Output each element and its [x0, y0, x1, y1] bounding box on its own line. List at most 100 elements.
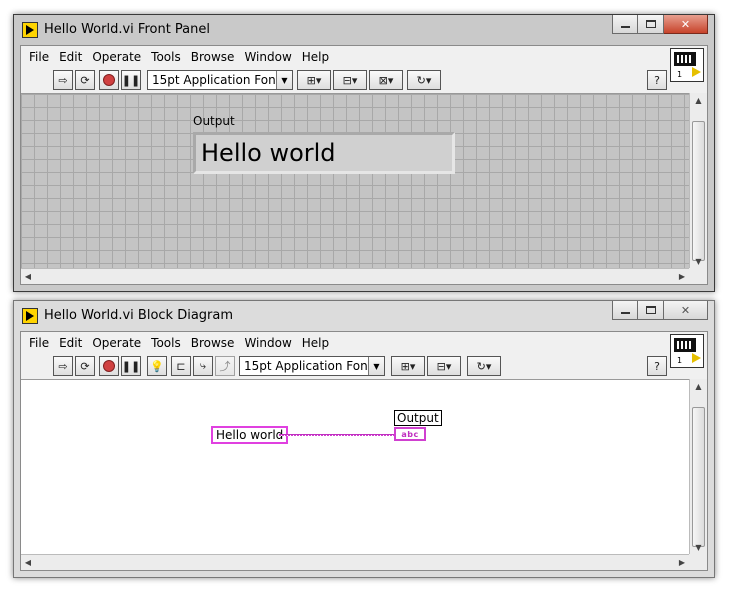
- vertical-scrollbar[interactable]: ▲ ▼: [689, 93, 707, 268]
- menu-tools[interactable]: Tools: [147, 336, 185, 350]
- scroll-left-icon[interactable]: ◀: [21, 555, 35, 570]
- distribute-objects-button[interactable]: ⊟▾: [427, 356, 461, 376]
- abort-icon: [103, 360, 115, 372]
- title-bar[interactable]: Hello World.vi Block Diagram ✕: [14, 301, 714, 331]
- horizontal-scrollbar[interactable]: ◀ ▶: [21, 268, 689, 284]
- run-continuously-button[interactable]: ⟳: [75, 356, 95, 376]
- run-arrow-icon: ⇨: [58, 73, 68, 87]
- menu-window[interactable]: Window: [240, 50, 295, 64]
- font-select[interactable]: 15pt Application Font ▼: [147, 70, 293, 90]
- maximize-button[interactable]: [638, 15, 664, 34]
- menu-edit[interactable]: Edit: [55, 50, 86, 64]
- align-objects-icon: ⊞▾: [306, 73, 322, 87]
- font-select-value: 15pt Application Font: [152, 73, 281, 87]
- run-continuously-button[interactable]: ⟳: [75, 70, 95, 90]
- run-button[interactable]: ⇨: [53, 356, 73, 376]
- step-out-icon: ⤴: [219, 360, 231, 373]
- scroll-corner: [689, 268, 707, 284]
- scroll-up-icon[interactable]: ▲: [690, 93, 707, 107]
- retain-wire-values-icon: ⊏: [176, 359, 186, 373]
- output-label: Output: [193, 114, 235, 128]
- align-objects-button[interactable]: ⊞▾: [391, 356, 425, 376]
- minimize-button[interactable]: [612, 15, 638, 34]
- menu-operate[interactable]: Operate: [88, 336, 145, 350]
- vertical-scrollbar[interactable]: ▲ ▼: [689, 379, 707, 554]
- scroll-thumb[interactable]: [692, 121, 705, 261]
- scroll-left-icon[interactable]: ◀: [21, 269, 35, 284]
- font-select-value: 15pt Application Font: [244, 359, 373, 373]
- string-constant[interactable]: Hello world: [211, 426, 289, 444]
- run-continuously-icon: ⟳: [80, 73, 90, 87]
- title-bar[interactable]: Hello World.vi Front Panel ✕: [14, 15, 714, 45]
- resize-objects-icon: ⊠▾: [378, 73, 394, 87]
- labview-app-icon: [22, 308, 38, 324]
- distribute-objects-icon: ⊟▾: [342, 73, 358, 87]
- minimize-button[interactable]: [612, 301, 638, 320]
- horizontal-scrollbar[interactable]: ◀ ▶: [21, 554, 689, 570]
- scroll-thumb[interactable]: [692, 407, 705, 547]
- menu-help[interactable]: Help: [298, 336, 333, 350]
- run-button[interactable]: ⇨: [53, 70, 73, 90]
- vi-icon-number: 1: [677, 356, 683, 365]
- font-select[interactable]: 15pt Application Font ▼: [239, 356, 385, 376]
- step-into-button[interactable]: ⤷: [193, 356, 213, 376]
- abort-button[interactable]: [99, 356, 119, 376]
- menu-help[interactable]: Help: [298, 50, 333, 64]
- chevron-down-icon: ▼: [276, 71, 292, 89]
- align-objects-button[interactable]: ⊞▾: [297, 70, 331, 90]
- scroll-right-icon[interactable]: ▶: [675, 555, 689, 570]
- highlight-execution-button[interactable]: 💡: [147, 356, 167, 376]
- minimize-icon: [620, 25, 630, 28]
- maximize-button[interactable]: [638, 301, 664, 320]
- menu-operate[interactable]: Operate: [88, 50, 145, 64]
- menu-browse[interactable]: Browse: [187, 50, 239, 64]
- menu-browse[interactable]: Browse: [187, 336, 239, 350]
- pause-button[interactable]: ❚❚: [121, 70, 141, 90]
- scroll-down-icon[interactable]: ▼: [690, 540, 707, 554]
- menu-edit[interactable]: Edit: [55, 336, 86, 350]
- reorder-button[interactable]: ↻▾: [407, 70, 441, 90]
- vi-icon[interactable]: 1: [670, 48, 704, 82]
- output-string-terminal[interactable]: abc: [394, 427, 426, 441]
- minimize-icon: [620, 311, 630, 314]
- front-panel-canvas[interactable]: Output Hello world: [21, 93, 689, 268]
- vi-icon-number: 1: [677, 70, 683, 79]
- toolbar: ⇨ ⟳ ❚❚ 💡 ⊏ ⤷ ⤴ 15pt Application Font ▼ ⊞…: [21, 354, 667, 378]
- scroll-up-icon[interactable]: ▲: [690, 379, 707, 393]
- menu-file[interactable]: File: [25, 336, 53, 350]
- terminal-type-text: abc: [401, 429, 419, 439]
- caption-buttons: ✕: [612, 15, 708, 35]
- step-out-button[interactable]: ⤴: [215, 356, 235, 376]
- retain-wire-values-button[interactable]: ⊏: [171, 356, 191, 376]
- scroll-corner: [689, 554, 707, 570]
- menu-file[interactable]: File: [25, 50, 53, 64]
- close-icon: ✕: [680, 303, 691, 317]
- menu-window[interactable]: Window: [240, 336, 295, 350]
- reorder-button[interactable]: ↻▾: [467, 356, 501, 376]
- block-diagram-canvas[interactable]: Output Hello world abc: [21, 379, 689, 554]
- string-wire[interactable]: [279, 434, 395, 436]
- pause-button[interactable]: ❚❚: [121, 356, 141, 376]
- context-help-icon: ?: [654, 359, 660, 373]
- close-button[interactable]: ✕: [664, 301, 708, 320]
- distribute-objects-button[interactable]: ⊟▾: [333, 70, 367, 90]
- abort-icon: [103, 74, 115, 86]
- context-help-icon: ?: [654, 73, 660, 87]
- menu-tools[interactable]: Tools: [147, 50, 185, 64]
- resize-objects-button[interactable]: ⊠▾: [369, 70, 403, 90]
- align-objects-icon: ⊞▾: [400, 359, 416, 373]
- abort-button[interactable]: [99, 70, 119, 90]
- context-help-button[interactable]: ?: [647, 356, 667, 376]
- output-value: Hello world: [201, 139, 336, 167]
- vi-icon[interactable]: 1: [670, 334, 704, 368]
- close-icon: ✕: [680, 17, 691, 31]
- scroll-right-icon[interactable]: ▶: [675, 269, 689, 284]
- block-diagram-client: File Edit Operate Tools Browse Window He…: [20, 331, 708, 571]
- maximize-icon: [645, 306, 656, 314]
- output-string-indicator[interactable]: Hello world: [193, 132, 455, 174]
- close-button[interactable]: ✕: [664, 15, 708, 34]
- context-help-button[interactable]: ?: [647, 70, 667, 90]
- run-continuously-icon: ⟳: [80, 359, 90, 373]
- toolbar: ⇨ ⟳ ❚❚ 15pt Application Font ▼ ⊞▾ ⊟▾ ⊠▾ …: [21, 68, 667, 92]
- scroll-down-icon[interactable]: ▼: [690, 254, 707, 268]
